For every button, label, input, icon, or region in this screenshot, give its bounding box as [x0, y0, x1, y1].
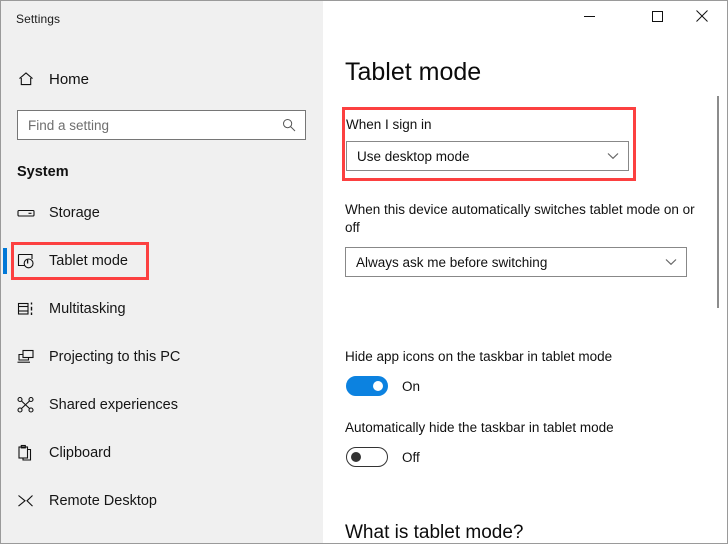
minimize-button[interactable] [567, 1, 612, 31]
sidebar-item-remote-desktop[interactable]: Remote Desktop [1, 487, 323, 515]
hide-app-icons-label: Hide app icons on the taskbar in tablet … [345, 349, 613, 364]
selection-indicator [3, 248, 7, 274]
sidebar-item-storage-label: Storage [49, 205, 100, 221]
chevron-down-icon [665, 258, 677, 266]
sidebar-item-tablet-mode[interactable]: Tablet mode [1, 247, 323, 275]
sidebar-item-projecting-label: Projecting to this PC [49, 349, 181, 365]
auto-switch-label: When this device automatically switches … [345, 202, 695, 235]
search-input[interactable] [28, 117, 268, 133]
sign-in-dropdown[interactable]: Use desktop mode [346, 141, 629, 171]
auto-hide-taskbar-toggle-row: Off [346, 447, 420, 467]
sidebar-item-projecting-to-this-pc[interactable]: Projecting to this PC [1, 343, 323, 371]
auto-switch-dropdown[interactable]: Always ask me before switching [345, 247, 687, 277]
sidebar-section-title: System [17, 164, 69, 180]
sidebar: Home System Storage [1, 39, 323, 543]
sign-in-dropdown-value: Use desktop mode [357, 148, 470, 164]
remote-desktop-icon [3, 491, 49, 511]
auto-hide-taskbar-toggle[interactable] [346, 447, 388, 467]
sidebar-item-home[interactable]: Home [1, 63, 323, 95]
hide-app-icons-toggle[interactable] [346, 376, 388, 396]
settings-window: Settings Home Find a setting System Stor… [0, 0, 728, 544]
close-button[interactable] [679, 1, 724, 31]
auto-hide-taskbar-label: Automatically hide the taskbar in tablet… [345, 420, 614, 435]
multitasking-icon [3, 299, 49, 319]
toggle-knob [351, 452, 361, 462]
sidebar-item-tablet-mode-label: Tablet mode [49, 253, 128, 269]
sign-in-label: When I sign in [346, 117, 432, 132]
app-title: Settings [16, 12, 61, 26]
sidebar-item-home-label: Home [49, 70, 90, 88]
tablet-mode-icon [3, 251, 49, 271]
storage-icon [3, 203, 49, 223]
scrollbar-thumb[interactable] [717, 96, 719, 308]
page-title: Tablet mode [345, 58, 482, 86]
maximize-button[interactable] [635, 1, 680, 31]
clipboard-icon [3, 443, 49, 463]
hide-app-icons-state: On [402, 378, 421, 394]
sidebar-item-storage[interactable]: Storage [1, 199, 323, 227]
main-content: Tablet mode When I sign in Use desktop m… [324, 39, 727, 543]
search-box[interactable] [17, 110, 306, 140]
projecting-icon [3, 347, 49, 367]
title-bar: Settings [1, 1, 727, 39]
sidebar-item-shared-experiences-label: Shared experiences [49, 397, 178, 413]
search-icon[interactable] [282, 118, 296, 132]
auto-hide-taskbar-state: Off [402, 449, 420, 465]
sidebar-item-multitasking-label: Multitasking [49, 301, 126, 317]
chevron-down-icon [607, 152, 619, 160]
home-icon [3, 70, 49, 88]
sidebar-item-shared-experiences[interactable]: Shared experiences [1, 391, 323, 419]
shared-experiences-icon [3, 395, 49, 415]
content-scrollbar[interactable] [712, 39, 726, 543]
sidebar-nav-list: Storage Tablet mode Multitasking Project… [1, 199, 323, 535]
sidebar-item-clipboard[interactable]: Clipboard [1, 439, 323, 467]
about-heading: What is tablet mode? [345, 522, 524, 543]
auto-switch-dropdown-value: Always ask me before switching [356, 254, 548, 270]
hide-app-icons-toggle-row: On [346, 376, 420, 396]
sidebar-item-multitasking[interactable]: Multitasking [1, 295, 323, 323]
toggle-knob [373, 381, 383, 391]
sidebar-item-clipboard-label: Clipboard [49, 445, 112, 461]
sidebar-item-remote-desktop-label: Remote Desktop [49, 493, 157, 509]
